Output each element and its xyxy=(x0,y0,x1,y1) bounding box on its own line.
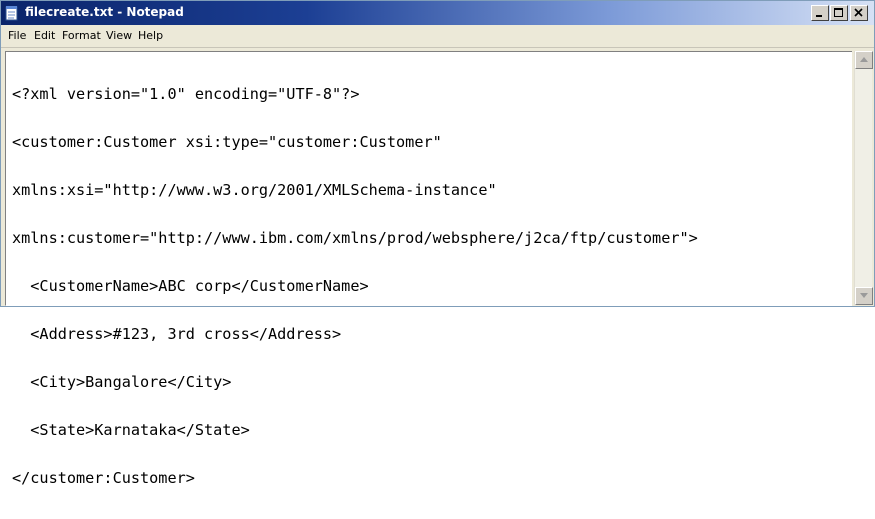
arrow-down-icon xyxy=(860,293,868,298)
editor-line: xmlns:customer="http://www.ibm.com/xmlns… xyxy=(12,229,698,247)
notepad-window: filecreate.txt - Notepad File Edit Forma… xyxy=(0,0,875,486)
editor-line: <customer:Customer xsi:type="customer:Cu… xyxy=(12,133,442,151)
menu-edit[interactable]: Edit xyxy=(34,29,55,42)
menu-bar: File Edit Format View Help xyxy=(1,25,874,48)
editor-line: <Address>#123, 3rd cross</Address> xyxy=(12,325,342,343)
vertical-scrollbar[interactable] xyxy=(854,51,873,305)
minimize-icon xyxy=(816,15,822,17)
editor-line: <State>Karnataka</State> xyxy=(12,421,250,439)
notepad-icon xyxy=(5,6,18,21)
scroll-down-button[interactable] xyxy=(855,287,873,305)
close-icon xyxy=(854,8,863,17)
title-bar[interactable]: filecreate.txt - Notepad xyxy=(1,1,874,25)
window-controls xyxy=(810,5,868,21)
editor-line: <CustomerName>ABC corp</CustomerName> xyxy=(12,277,369,295)
text-editor[interactable]: <?xml version="1.0" encoding="UTF-8"?> <… xyxy=(5,51,852,486)
close-button[interactable] xyxy=(850,5,868,21)
minimize-button[interactable] xyxy=(811,5,829,21)
editor-line: <City>Bangalore</City> xyxy=(12,373,232,391)
menu-format[interactable]: Format xyxy=(62,29,101,42)
editor-line: <?xml version="1.0" encoding="UTF-8"?> xyxy=(12,85,360,103)
editor-text: <?xml version="1.0" encoding="UTF-8"?> <… xyxy=(12,54,698,518)
menu-view[interactable]: View xyxy=(106,29,132,42)
scroll-up-button[interactable] xyxy=(855,51,873,69)
window-title: filecreate.txt - Notepad xyxy=(25,5,184,19)
arrow-up-icon xyxy=(860,57,868,62)
editor-line: </customer:Customer> xyxy=(12,469,195,487)
menu-help[interactable]: Help xyxy=(138,29,163,42)
menu-file[interactable]: File xyxy=(8,29,26,42)
maximize-button[interactable] xyxy=(830,5,848,21)
editor-line: xmlns:xsi="http://www.w3.org/2001/XMLSch… xyxy=(12,181,497,199)
maximize-icon xyxy=(834,8,843,17)
